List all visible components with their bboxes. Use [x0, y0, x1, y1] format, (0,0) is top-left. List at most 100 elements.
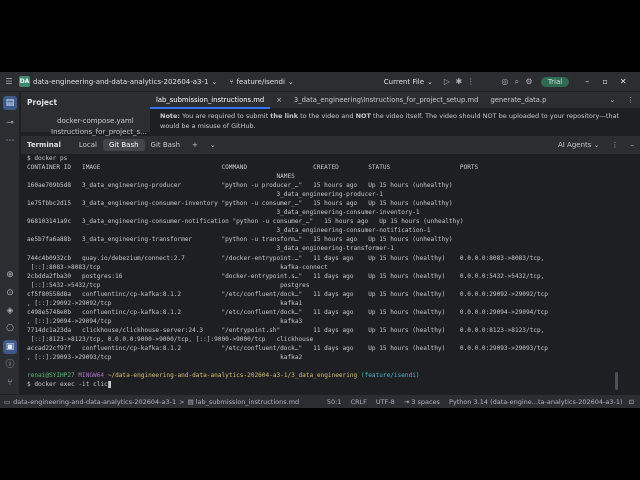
breadcrumb-file[interactable]: lab_submission_instructions.md [196, 398, 299, 406]
cursor-position[interactable]: 50:1 [327, 398, 342, 406]
file-encoding[interactable]: UTF-8 [376, 398, 395, 406]
tab-generate-data[interactable]: generate_data.p [484, 92, 552, 109]
terminal-prompt: renai@SYIHP27 MINGW64 ~/data-engineering… [27, 371, 633, 380]
terminal-line: CONTAINER ID IMAGE COMMAND CREATED STATU… [27, 164, 479, 172]
structure-tool-icon[interactable]: ⋯ [3, 134, 17, 148]
note-text-2: to the video and [298, 112, 356, 120]
terminal-line: , [::]:29093->29093/tcp kafka2 [27, 354, 303, 362]
prompt-user: renai@SYIHP27 [27, 372, 75, 380]
terminal-command-input[interactable]: $ docker exec -it clic▏ [27, 380, 633, 389]
project-switcher[interactable]: data-engineering-and-data-analytics-2026… [33, 78, 217, 86]
close-icon[interactable]: × [270, 92, 288, 109]
left-toolbar: ▤ ⊸ ⋯ ⊕ ⊙ ◈ ⎔ ▣ ⓘ ⑂ [0, 92, 20, 398]
chevron-down-icon: ⌄ [427, 77, 433, 86]
close-icon[interactable]: ✕ [617, 77, 629, 86]
title-bar: ☰ DA data-engineering-and-data-analytics… [0, 72, 640, 92]
minimize-icon[interactable]: – [581, 77, 593, 86]
prompt-host: MINGW64 [78, 372, 105, 380]
problems-tool-icon[interactable]: ⓘ [3, 358, 17, 372]
run-config-selector[interactable]: Current File ⌄ [384, 78, 433, 86]
terminal-line: 160ae709b5d8 3_data_engineering-producer… [27, 182, 453, 190]
line-ending[interactable]: CRLF [350, 398, 366, 406]
terminal-line: 968103141a9c 3_data_engineering-consumer… [27, 218, 464, 226]
more-icon[interactable]: ⋮ [621, 92, 640, 109]
tab-git-bash-2[interactable]: Git Bash [145, 139, 187, 151]
trial-badge[interactable]: Trial [540, 76, 570, 87]
folder-icon: ▭ [4, 397, 11, 406]
prompt-branch: (feature/isendi) [360, 372, 420, 380]
more-icon[interactable]: ⋮ [465, 77, 477, 86]
terminal-line: 2cbdda2fba30 postgres:16 "docker-entrypo… [27, 272, 545, 280]
git-tool-icon[interactable]: ⑂ [3, 376, 17, 390]
terminal-line: 744c4b0932cb quay.io/debezium/connect:2.… [27, 254, 545, 262]
cursor: ▏ [107, 381, 112, 389]
editor-tabs: lab_submission_instructions.md × 3_data_… [150, 92, 640, 109]
chevron-down-icon[interactable]: ⌄ [204, 139, 222, 151]
search-icon[interactable]: ⌕ [511, 77, 523, 87]
run-icon[interactable]: ▷ [441, 77, 453, 86]
tabs-overflow-icon[interactable]: ⌄ [604, 92, 622, 109]
terminal-line: cf5f80558d8a confluentinc/cp-kafka:8.1.2… [27, 290, 548, 298]
ai-agents-label: AI Agents [557, 141, 592, 149]
note-text-1: You are required to submit [180, 112, 271, 120]
status-bar: ▭ data-engineering-and-data-analytics-20… [0, 394, 640, 408]
python-packages-icon[interactable]: ◈ [3, 304, 17, 318]
more-icon[interactable]: ⋮ [606, 139, 625, 151]
breadcrumb-project[interactable]: data-engineering-and-data-analytics-2026… [13, 398, 176, 406]
terminal-line: 3_data_engineering-transformer-1 [27, 245, 394, 253]
main-menu-icon[interactable]: ☰ [3, 77, 15, 86]
terminal-line: , [::]:29092->29092/tcp kafka1 [27, 299, 303, 307]
branch-name: feature/isendi [236, 77, 285, 86]
terminal-line: 1e75fbbc2d15 3_data_engineering-consumer… [27, 200, 453, 208]
project-panel-title[interactable]: Project [27, 98, 57, 107]
terminal-line: accad22cf97f confluentinc/cp-kafka:8.1.2… [27, 344, 548, 352]
terminal-line: 7714dc1a23da clickhouse/clickhouse-serve… [27, 326, 545, 334]
terminal-line: 3_data_engineering-consumer-inventory-1 [27, 209, 420, 217]
hide-panel-icon[interactable]: – [625, 139, 640, 151]
ai-assistant-icon[interactable]: ◎ [499, 77, 511, 86]
python-console-icon[interactable]: ⎔ [3, 322, 17, 336]
file-docker-compose[interactable]: docker-compose.yaml [57, 117, 134, 125]
settings-icon[interactable]: ⚙ [523, 77, 535, 86]
terminal-output[interactable]: $ docker ps CONTAINER ID IMAGE COMMAND CR… [21, 154, 633, 390]
breadcrumb-separator: > [179, 397, 185, 406]
tab-lab-submission[interactable]: lab_submission_instructions.md [150, 92, 271, 109]
terminal-tool-icon[interactable]: ▣ [3, 340, 17, 354]
tab-instructions-setup[interactable]: 3_data_engineering\Instructions_for_proj… [288, 92, 485, 109]
terminal-line: [::]:8083->8083/tcp kafka-connect [27, 263, 328, 271]
add-tab-icon[interactable]: + [186, 139, 204, 151]
terminal-line: NAMES [27, 173, 295, 181]
file-instructions[interactable]: Instructions_for_project_s... [51, 128, 147, 136]
maximize-icon[interactable]: ▫ [599, 77, 611, 86]
terminal-scrollbar[interactable] [615, 372, 618, 390]
ai-agents-dropdown[interactable]: AI Agents ⌄ [552, 139, 606, 151]
project-name: data-engineering-and-data-analytics-2026… [33, 77, 209, 86]
plugins-tool-icon[interactable]: ⊕ [3, 268, 17, 282]
project-tool-icon[interactable]: ▤ [3, 96, 17, 110]
terminal-line: ae5b7fa6a88b 3_data_engineering-transfor… [27, 236, 453, 244]
terminal-line: , [::]:29094->29094/tcp kafka3 [27, 317, 303, 325]
tab-local[interactable]: Local [73, 139, 103, 151]
chevron-down-icon: ⌄ [287, 77, 294, 86]
note-bold-1: the link [270, 112, 299, 120]
run-config-label: Current File [383, 77, 425, 86]
note-label: Note: [160, 112, 181, 120]
commit-tool-icon[interactable]: ⊸ [3, 116, 17, 130]
terminal-line: 3_data_engineering-producer-1 [27, 191, 383, 199]
terminal-line: [::]:8123->8123/tcp, 0.0.0.0:9000->9000/… [27, 335, 314, 343]
lock-icon[interactable]: ⊡ [629, 398, 634, 406]
python-interpreter[interactable]: Python 3.14 (data-engine...ta-analytics-… [449, 398, 623, 406]
project-panel: Project docker-compose.yaml Instructions… [21, 92, 150, 136]
services-tool-icon[interactable]: ⊙ [3, 286, 17, 300]
terminal-line: 3_data_engineering-consumer-notification… [27, 227, 431, 235]
branch-switcher[interactable]: ⑂ feature/isendi ⌄ [229, 78, 293, 86]
debug-icon[interactable]: ✱ [453, 77, 465, 86]
note-bold-2: NOT [355, 112, 371, 120]
tab-git-bash-1[interactable]: Git Bash [103, 139, 145, 151]
terminal-header: Terminal Local Git Bash Git Bash + ⌄ AI … [21, 136, 640, 154]
indent-setting[interactable]: 3 spaces [411, 398, 440, 406]
command-text: $ docker exec -it clic [27, 381, 108, 389]
project-badge: DA [19, 76, 30, 87]
branch-icon: ⑂ [229, 77, 234, 86]
editor-content: Note: You are required to submit the lin… [160, 111, 630, 131]
